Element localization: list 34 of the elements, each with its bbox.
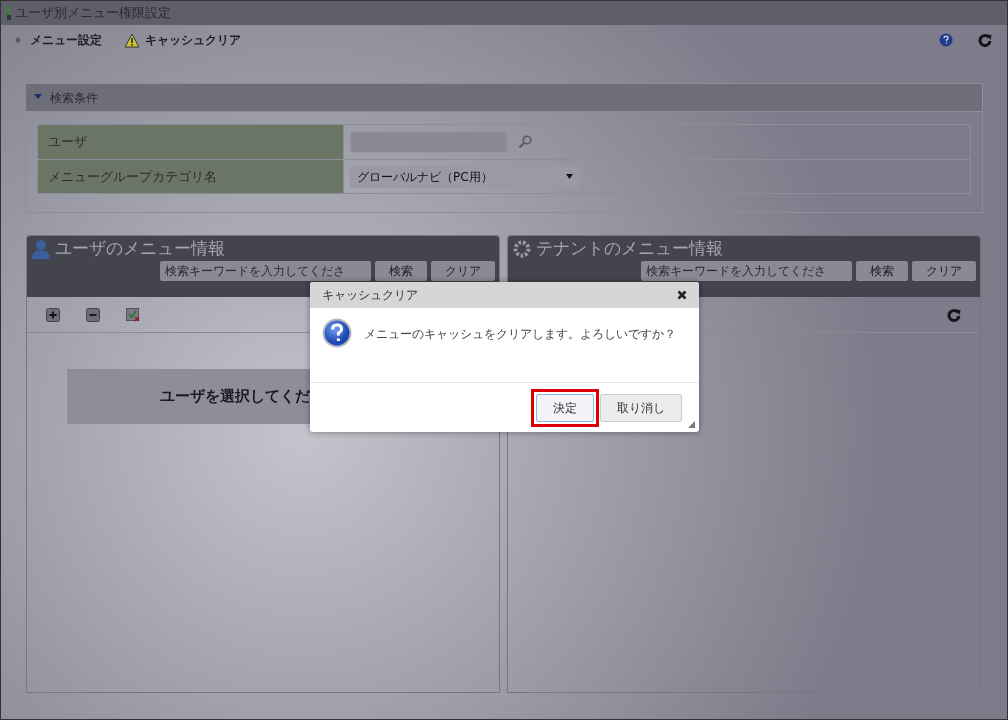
collapse-all-icon[interactable] xyxy=(86,307,100,322)
help-icon[interactable] xyxy=(939,33,953,47)
dialog-message: メニューのキャッシュをクリアします。よろしいですか？ xyxy=(364,326,676,343)
panel-title: テナントのメニュー情報 xyxy=(536,237,723,261)
question-icon xyxy=(322,318,352,348)
caret-down-icon xyxy=(566,174,573,179)
resize-grip-icon xyxy=(688,421,695,428)
toolbar-button[interactable]: メニュー設定 xyxy=(11,31,102,49)
dialog-title: キャッシュクリア xyxy=(322,287,418,304)
panel-button[interactable]: クリア xyxy=(912,261,976,281)
field-label: メニューグループカテゴリ名 xyxy=(38,160,344,193)
panel-title: ユーザのメニュー情報 xyxy=(55,237,225,261)
search-panel-header[interactable]: 検索条件 xyxy=(26,84,982,112)
select-user-message: ユーザを選択してくだ xyxy=(160,386,310,408)
panel-button[interactable]: クリア xyxy=(431,261,495,281)
close-button[interactable] xyxy=(677,290,687,300)
panel-button[interactable]: 検索 xyxy=(856,261,908,281)
search-icon[interactable] xyxy=(518,135,532,149)
refresh-icon[interactable] xyxy=(978,33,992,47)
panel-button[interactable]: 検索 xyxy=(375,261,427,281)
keyword-search-field[interactable]: 検索キーワードを入力してくださ xyxy=(160,261,371,281)
field-label: ユーザ xyxy=(38,125,344,159)
person-icon xyxy=(31,239,51,259)
refresh-icon[interactable] xyxy=(947,307,961,322)
expand-all-icon[interactable] xyxy=(46,307,60,322)
close-icon xyxy=(677,290,687,300)
dialog-button[interactable]: 取り消し xyxy=(600,394,682,422)
category-dropdown[interactable]: グローバルナビ（PC用） xyxy=(350,165,580,188)
warning-icon xyxy=(124,32,140,48)
toolbar-button[interactable]: キャッシュクリア xyxy=(124,31,241,49)
dialog-button[interactable]: 決定 xyxy=(536,394,594,422)
checkbox-clear-icon[interactable] xyxy=(126,307,140,322)
keyword-search-field[interactable]: 検索キーワードを入力してくださ xyxy=(641,261,852,281)
status-indicator-icon xyxy=(7,6,11,20)
